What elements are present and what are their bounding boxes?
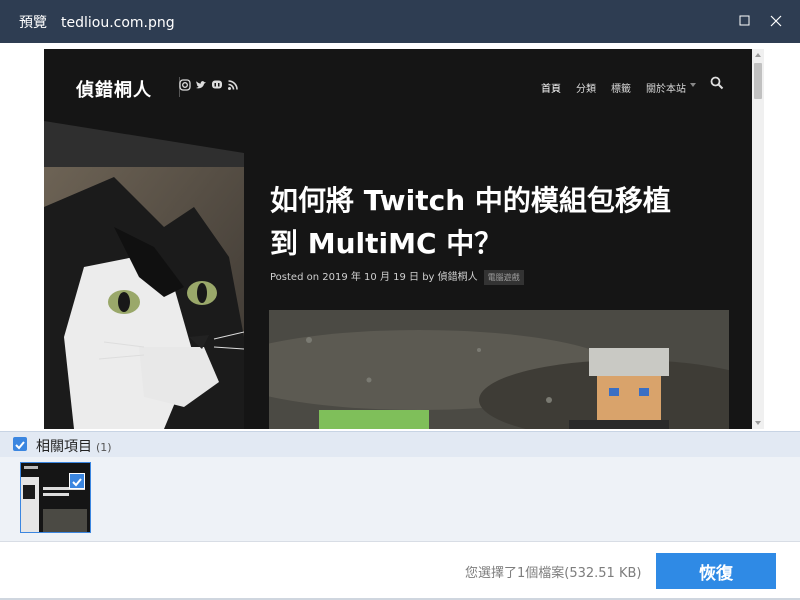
recover-button[interactable]: 恢復 <box>656 553 776 589</box>
related-items-header: 相關項目 (1) <box>0 431 800 457</box>
search-icon <box>710 76 724 90</box>
mastodon-icon <box>212 80 222 89</box>
post-title-line-1: 如何將 Twitch 中的模組包移植 <box>270 184 671 217</box>
close-button[interactable] <box>767 12 785 30</box>
chevron-down-icon <box>690 83 696 87</box>
featured-image <box>269 310 729 429</box>
scroll-thumb[interactable] <box>754 63 762 99</box>
post-title-line-2: 到 MultiMC 中？ <box>270 227 503 260</box>
window-title: 預覽 tedliou.com.png <box>19 14 175 32</box>
title-bar: 預覽 tedliou.com.png <box>0 0 800 43</box>
post-byline: Posted on 2019 年 10 月 19 日 by 偵錯桐人 <box>270 272 478 283</box>
post-title: 如何將 Twitch 中的模組包移植 到 MultiMC 中？ <box>270 179 720 265</box>
image-preview: 偵錯桐人 首頁 分類 標籤 關於本站 如何將 Twitch 中的模組包移植 到 … <box>44 43 764 429</box>
checkmark-icon <box>15 441 25 450</box>
scroll-down-icon[interactable] <box>755 421 761 425</box>
thumbnail-list <box>0 457 800 542</box>
rss-icon <box>228 80 238 90</box>
thumbnail-checkbox[interactable] <box>69 473 85 489</box>
category-badge: 電腦遊戲 <box>483 270 524 285</box>
related-items-checkbox[interactable] <box>13 437 27 451</box>
related-items-count: (1) <box>96 441 112 454</box>
instagram-icon <box>179 79 191 91</box>
scroll-up-icon[interactable] <box>755 53 761 57</box>
related-items-title: 相關項目 <box>36 439 92 455</box>
twitter-icon <box>196 81 206 89</box>
nav-item-categories: 分類 <box>576 84 596 95</box>
file-thumbnail[interactable] <box>20 462 91 533</box>
post-meta: Posted on 2019 年 10 月 19 日 by 偵錯桐人 電腦遊戲 <box>270 268 524 285</box>
maximize-button[interactable] <box>736 12 754 30</box>
checkmark-icon <box>72 478 82 487</box>
related-items-label: 相關項目 (1) <box>36 436 112 456</box>
close-icon <box>770 15 782 27</box>
site-logo: 偵錯桐人 <box>76 80 152 101</box>
selection-status: 您選擇了1個檔案(532.51 KB) <box>465 566 642 581</box>
nav-item-about: 關於本站 <box>646 84 686 95</box>
preview-scrollbar[interactable] <box>752 49 764 429</box>
nav-item-home: 首頁 <box>541 84 561 95</box>
preview-screenshot: 偵錯桐人 首頁 分類 標籤 關於本站 如何將 Twitch 中的模組包移植 到 … <box>44 49 752 429</box>
maximize-icon <box>739 15 750 26</box>
window-title-label: 預覽 <box>19 15 47 31</box>
nav-item-tags: 標籤 <box>611 84 631 95</box>
cat-photo <box>44 167 244 429</box>
file-name: tedliou.com.png <box>61 15 175 31</box>
